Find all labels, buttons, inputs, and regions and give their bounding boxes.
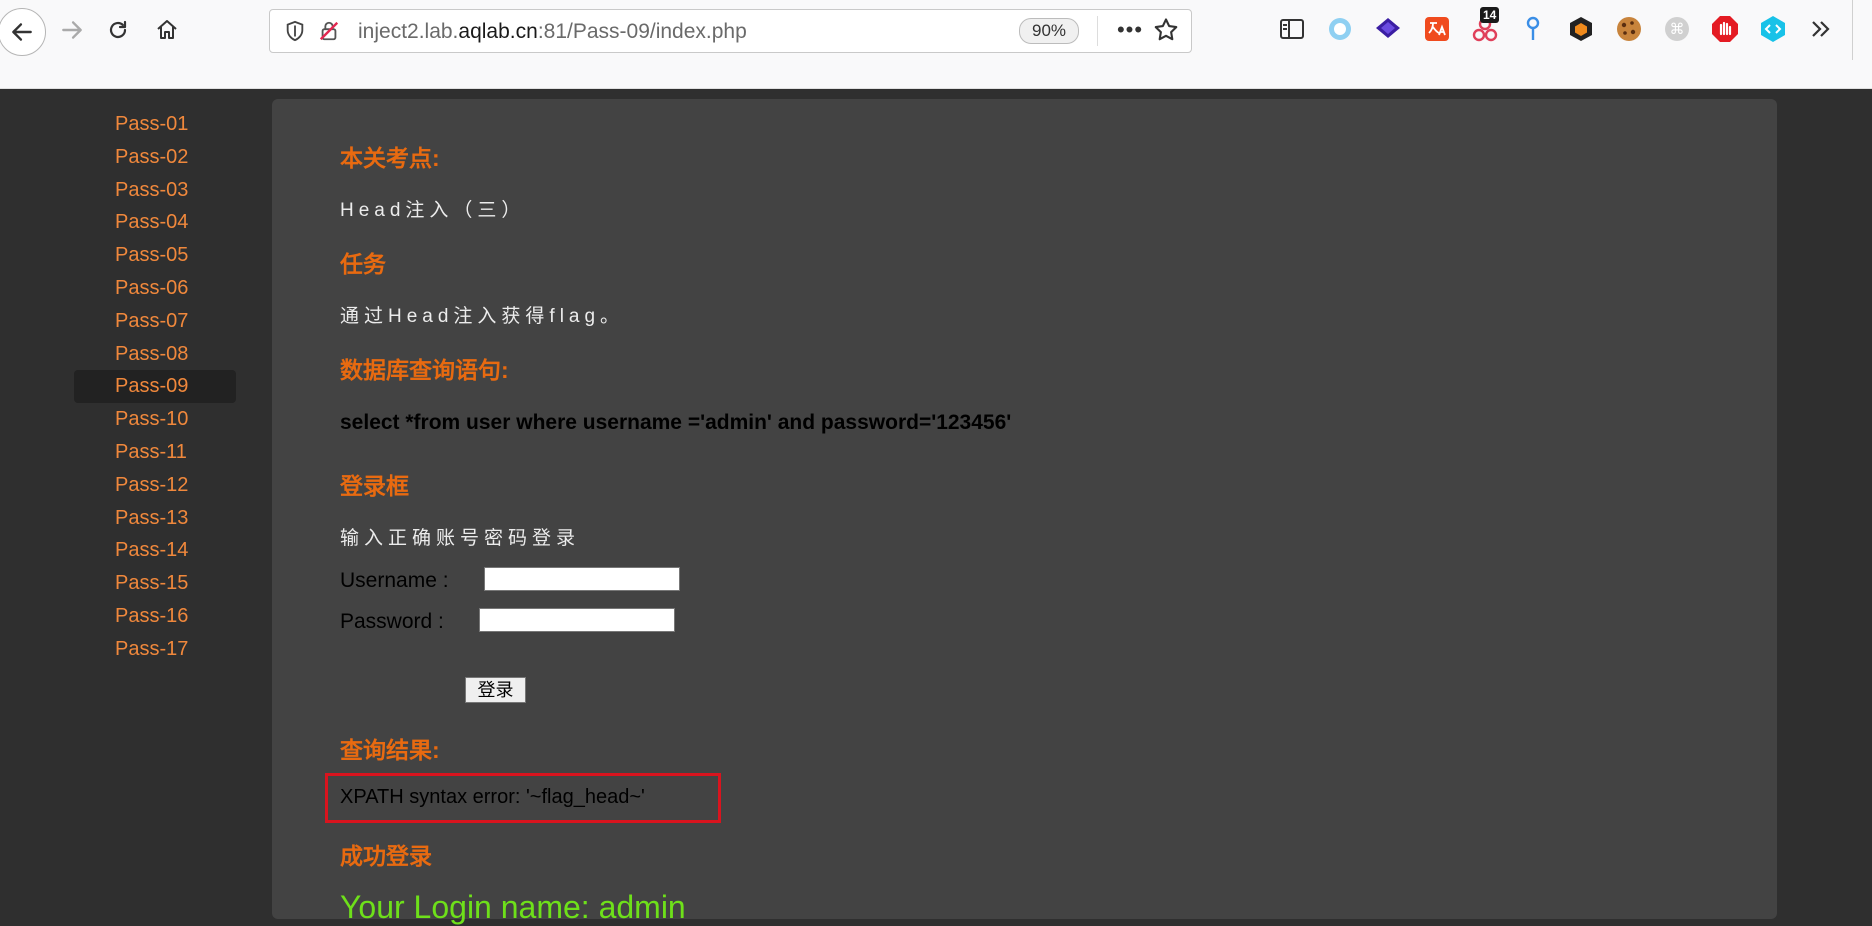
svg-text:⌘: ⌘ xyxy=(1670,20,1685,38)
login-heading: 登录框 xyxy=(340,473,409,499)
password-field[interactable] xyxy=(479,608,675,632)
cookie-icon[interactable] xyxy=(1614,14,1644,44)
pin-extension-icon[interactable] xyxy=(1518,14,1548,44)
sidebar-item-pass-02[interactable]: Pass-02 xyxy=(74,141,236,174)
url-prefix: inject2.lab. xyxy=(358,20,459,43)
translate-extension-icon[interactable] xyxy=(1422,14,1452,44)
password-label: Password : xyxy=(340,610,444,633)
url-bar-divider xyxy=(1097,16,1098,46)
insecure-lock-icon[interactable] xyxy=(318,20,340,47)
overflow-chevrons-icon[interactable] xyxy=(1806,14,1836,44)
layers-extension-icon[interactable] xyxy=(1373,14,1403,44)
sidebar-item-pass-10[interactable]: Pass-10 xyxy=(74,403,236,436)
login-button[interactable]: 登录 xyxy=(465,677,526,703)
task-heading: 任务 xyxy=(340,251,386,277)
url-text[interactable]: inject2.lab.aqlab.cn:81/Pass-09/index.ph… xyxy=(358,20,747,44)
reader-sidebar-icon[interactable] xyxy=(1277,14,1307,44)
sidebar-item-pass-09[interactable]: Pass-09 xyxy=(74,370,236,404)
welcome-text: Your Login name: admin xyxy=(340,889,686,925)
circle-extension-icon[interactable] xyxy=(1325,14,1355,44)
task-text: 通过Head注入获得flag。 xyxy=(340,306,625,327)
url-host: aqlab.cn xyxy=(458,20,538,43)
topic-heading: 本关考点: xyxy=(340,145,440,171)
success-heading: 成功登录 xyxy=(340,843,432,869)
sidebar-item-pass-12[interactable]: Pass-12 xyxy=(74,469,236,502)
code-extension-icon[interactable] xyxy=(1758,14,1788,44)
zoom-level-badge[interactable]: 90% xyxy=(1019,18,1079,44)
arrow-right-icon xyxy=(62,21,82,39)
toolbar-right-edge xyxy=(1852,0,1853,60)
query-heading: 数据库查询语句: xyxy=(340,357,509,383)
sidebar-item-pass-07[interactable]: Pass-07 xyxy=(74,305,236,338)
sidebar-item-pass-04[interactable]: Pass-04 xyxy=(74,206,236,239)
login-hint: 输入正确账号密码登录 xyxy=(340,528,581,549)
sql-query-text: select *from user where username ='admin… xyxy=(340,411,1012,434)
bookmark-star-icon[interactable] xyxy=(1152,16,1182,46)
shield-icon[interactable] xyxy=(284,20,306,47)
extension-count-badge: 14 xyxy=(1480,7,1500,23)
stop-hand-icon[interactable] xyxy=(1710,14,1740,44)
sidebar-item-pass-06[interactable]: Pass-06 xyxy=(74,272,236,305)
sidebar-item-pass-16[interactable]: Pass-16 xyxy=(74,600,236,633)
home-icon xyxy=(157,20,177,39)
pass-sidebar: Pass-01 Pass-02 Pass-03 Pass-04 Pass-05 Pass-… xyxy=(74,108,236,666)
sidebar-item-pass-01[interactable]: Pass-01 xyxy=(74,108,236,141)
sidebar-item-pass-15[interactable]: Pass-15 xyxy=(74,567,236,600)
sidebar-item-pass-17[interactable]: Pass-17 xyxy=(74,633,236,666)
sidebar-item-pass-05[interactable]: Pass-05 xyxy=(74,239,236,272)
url-bar[interactable]: inject2.lab.aqlab.cn:81/Pass-09/index.ph… xyxy=(269,9,1192,53)
url-path: :81/Pass-09/index.php xyxy=(537,20,747,43)
username-label: Username : xyxy=(340,569,449,592)
topic-text: Head注入（三） xyxy=(340,200,526,221)
sidebar-item-pass-11[interactable]: Pass-11 xyxy=(74,436,236,469)
reload-icon xyxy=(109,20,127,39)
hex-extension-icon[interactable] xyxy=(1566,14,1596,44)
username-field[interactable] xyxy=(484,567,680,591)
sidebar-item-pass-14[interactable]: Pass-14 xyxy=(74,534,236,567)
page-actions-more-button[interactable]: ••• xyxy=(1113,15,1147,45)
browser-toolbar: inject2.lab.aqlab.cn:81/Pass-09/index.ph… xyxy=(0,0,1872,89)
arrow-left-icon xyxy=(12,23,32,41)
sidebar-item-pass-08[interactable]: Pass-08 xyxy=(74,338,236,371)
sidebar-item-pass-13[interactable]: Pass-13 xyxy=(74,502,236,535)
sidebar-item-pass-03[interactable]: Pass-03 xyxy=(74,174,236,207)
forward-button[interactable] xyxy=(50,8,94,52)
command-extension-icon[interactable]: ⌘ xyxy=(1662,14,1692,44)
query-result-text: XPATH syntax error: '~flag_head~' xyxy=(340,786,645,808)
main-content: 本关考点: Head注入（三） 任务 通过Head注入获得flag。 数据库查询… xyxy=(272,99,1777,925)
home-button[interactable] xyxy=(145,8,189,52)
back-button[interactable] xyxy=(0,8,46,56)
result-heading: 查询结果: xyxy=(340,737,440,763)
reload-button[interactable] xyxy=(96,8,140,52)
